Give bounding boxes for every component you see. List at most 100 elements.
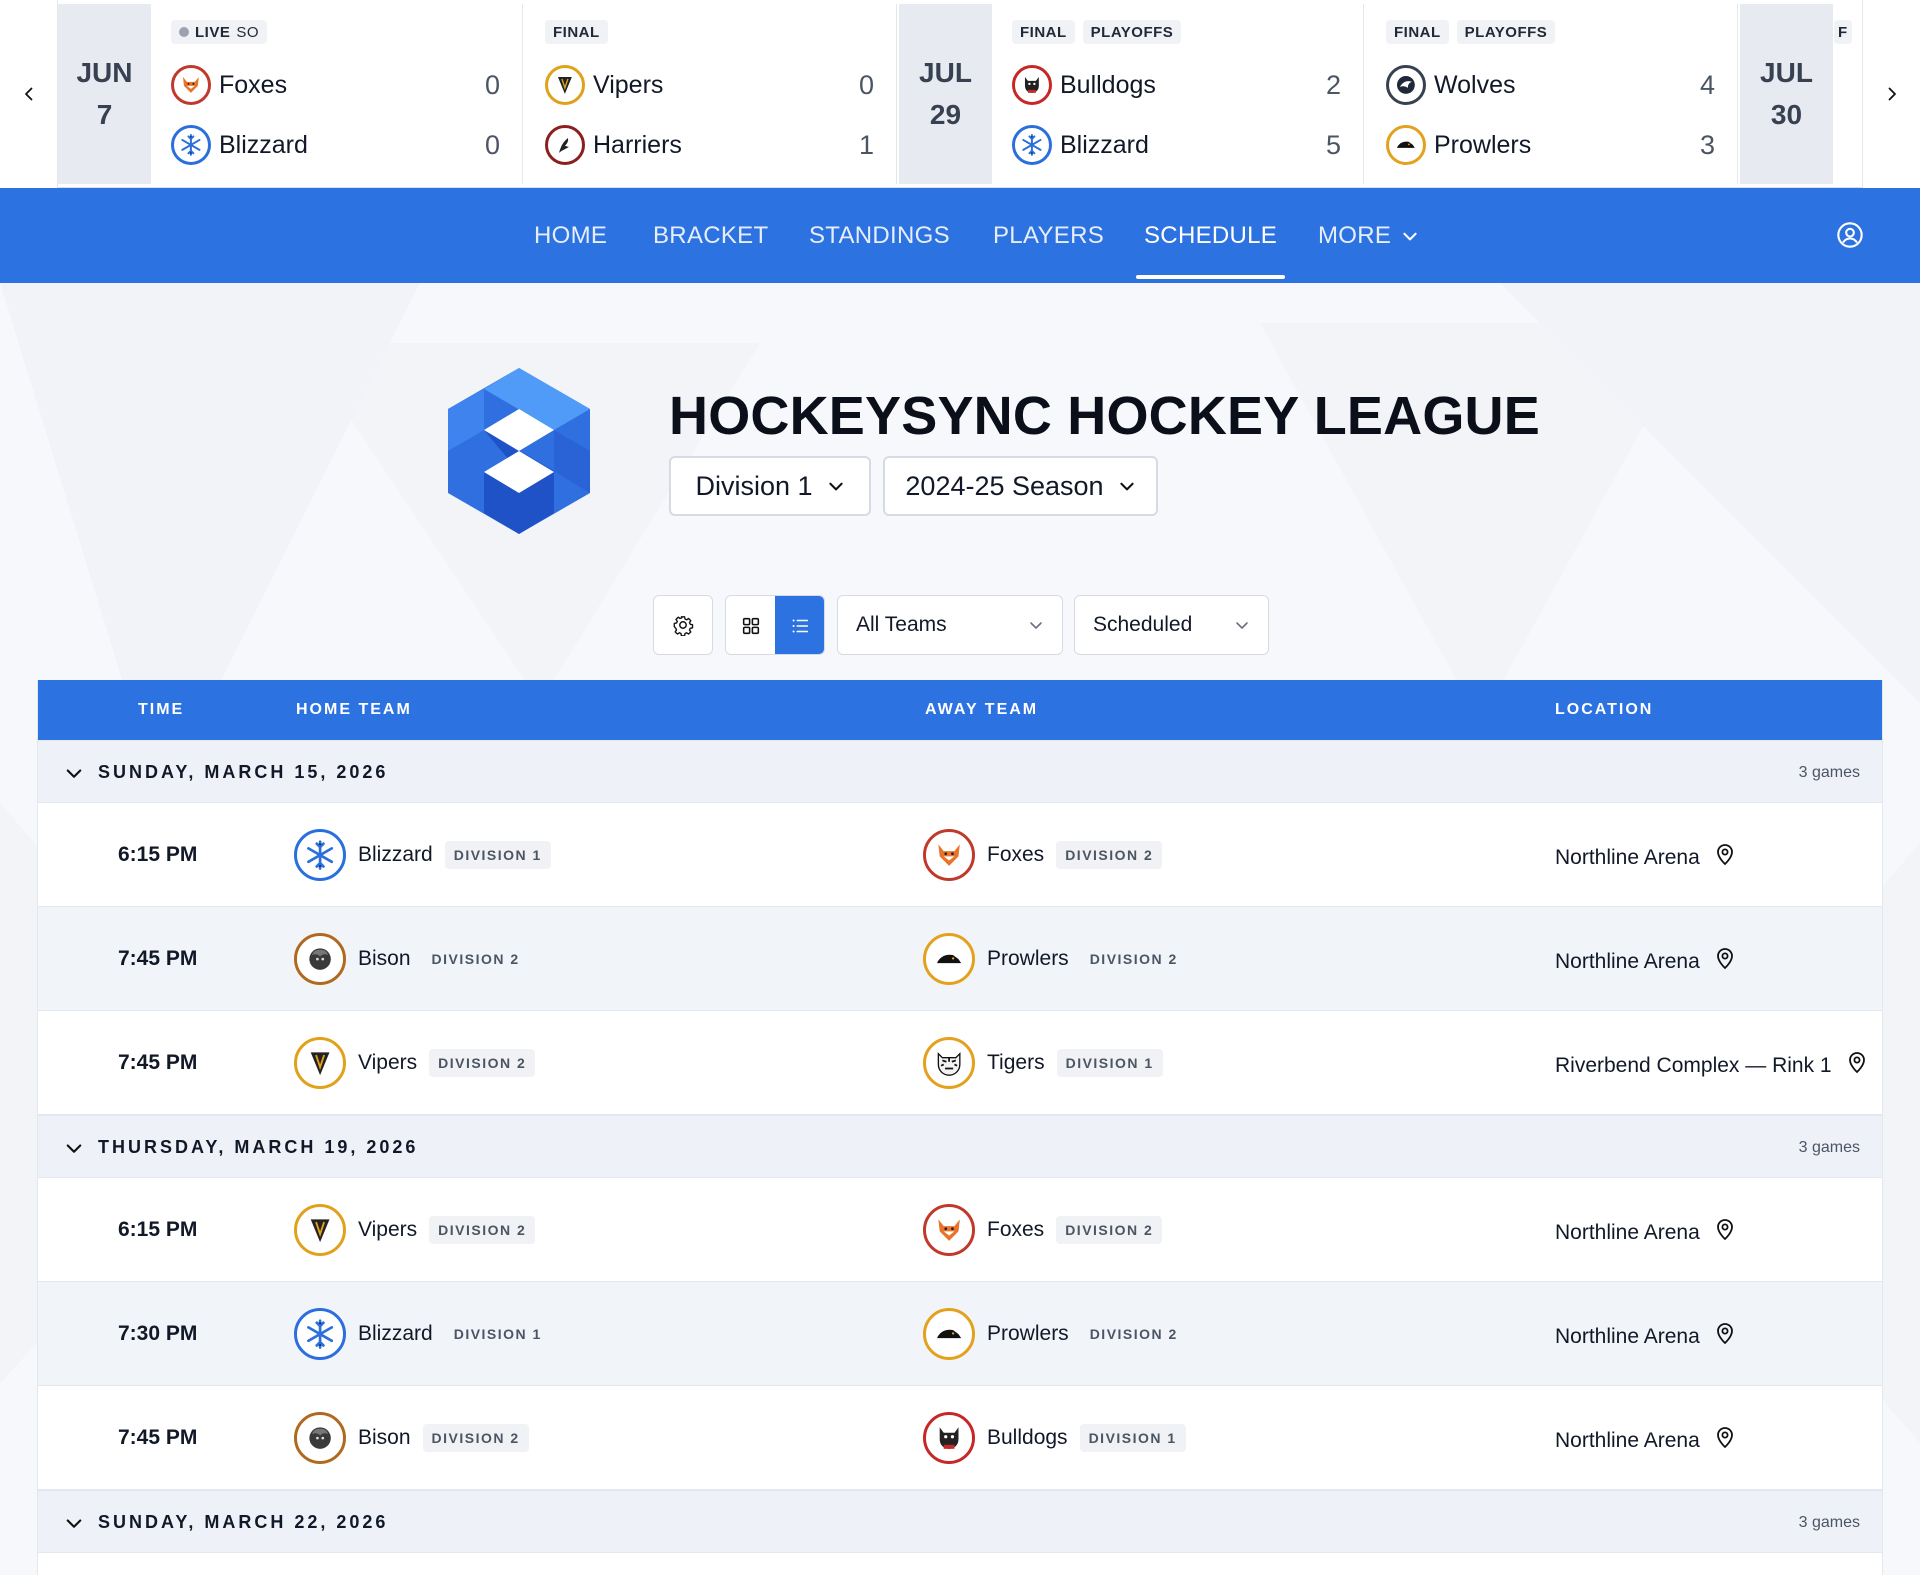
game-location: Northline Arena — [1555, 1386, 1736, 1490]
chevron-down-icon — [1403, 232, 1417, 240]
ticker-team-row: Blizzard 0 — [171, 120, 500, 170]
away-team-cell: Prowlers DIVISION 2 — [923, 907, 1187, 1011]
bulldogs-logo-icon — [923, 1412, 975, 1464]
home-team-name[interactable]: Vipers — [358, 1051, 417, 1075]
map-pin-icon — [1716, 1323, 1733, 1345]
ticker-team-row: Foxes 0 — [171, 60, 500, 110]
schedule-table: TIME HOME TEAM AWAY TEAM LOCATION SUNDAY… — [37, 680, 1883, 1575]
chevron-down-icon — [828, 482, 843, 491]
teams-filter-select[interactable]: All Teams — [837, 595, 1063, 655]
home-team-name[interactable]: Bison — [358, 947, 411, 971]
away-team-cell: Tigers DIVISION 1 — [923, 1011, 1163, 1115]
ticker-game-card[interactable]: FINAL PLAYOFFS Bulldogs 2 Blizzard 5 — [992, 4, 1364, 184]
foxes-logo-icon — [171, 65, 211, 105]
wolves-logo-icon — [1386, 65, 1426, 105]
grid-view-button[interactable] — [726, 596, 775, 654]
location-name: Northline Arena — [1555, 1221, 1700, 1244]
ticker-game-card-partial[interactable]: F — [1834, 4, 1862, 184]
home-team-name[interactable]: Vipers — [358, 1218, 417, 1242]
ticker-team-score: 0 — [858, 69, 874, 100]
home-team-name[interactable]: Blizzard — [358, 1322, 433, 1346]
day-label: SUNDAY, MARCH 15, 2026 — [98, 762, 389, 782]
ticker-prev-button[interactable] — [0, 0, 58, 188]
away-team-name[interactable]: Foxes — [987, 1218, 1044, 1242]
vipers-logo-icon — [294, 1037, 346, 1089]
nav-item-more[interactable]: MORE — [1318, 188, 1419, 283]
prowlers-logo-icon — [1386, 125, 1426, 165]
division-badge: DIVISION 1 — [453, 1326, 542, 1342]
nav-item-more-label: MORE — [1318, 221, 1392, 249]
game-location: Northline Arena — [1555, 1178, 1736, 1282]
view-toggle — [725, 595, 825, 655]
table-row[interactable]: 6:15 PM Vipers DIVISION 2 Foxes DIVISION 2 No… — [38, 1178, 1882, 1282]
division-badge: DIVISION 1 — [1079, 1424, 1186, 1452]
division-select[interactable]: Division 1 — [669, 456, 871, 516]
location-name: Northline Arena — [1555, 1429, 1700, 1452]
table-row[interactable]: 7:45 PM Bison DIVISION 2 Prowlers DIVISION 2… — [38, 907, 1882, 1011]
division-badge: DIVISION 2 — [429, 1216, 536, 1244]
blizzard-logo-icon — [171, 125, 211, 165]
nav-item-schedule[interactable]: SCHEDULE — [1135, 188, 1286, 283]
user-circle-icon[interactable] — [1836, 221, 1864, 249]
nav-item-standings[interactable]: STANDINGS — [809, 188, 950, 283]
ticker-date: JUL 29 — [899, 4, 992, 184]
league-logo — [448, 368, 590, 534]
day-label: THURSDAY, MARCH 19, 2026 — [98, 1137, 419, 1157]
day-group-header[interactable]: THURSDAY, MARCH 19, 2026 3 games — [38, 1115, 1882, 1178]
ticker-game-card[interactable]: FINAL Vipers 0 Harriers 1 — [525, 4, 897, 184]
nav-item-players[interactable]: PLAYERS — [993, 188, 1104, 283]
game-playoffs-tag: PLAYOFFS — [1082, 20, 1182, 44]
away-team-name[interactable]: Foxes — [987, 843, 1044, 867]
home-team-cell: Bison DIVISION 2 — [294, 1386, 529, 1490]
away-team-name[interactable]: Bulldogs — [987, 1426, 1068, 1450]
league-title: HOCKEYSYNC HOCKEY LEAGUE — [669, 386, 1540, 446]
home-team-cell: Vipers DIVISION 2 — [294, 1011, 536, 1115]
chevron-down-icon — [66, 1144, 82, 1153]
list-view-button[interactable] — [775, 596, 824, 654]
column-header-location: LOCATION — [1555, 701, 1654, 718]
status-filter-select[interactable]: Scheduled — [1074, 595, 1269, 655]
away-team-name[interactable]: Prowlers — [987, 1322, 1069, 1346]
home-team-name[interactable]: Bison — [358, 1426, 411, 1450]
division-badge: DIVISION 2 — [431, 951, 520, 967]
table-row[interactable]: 7:45 PM Vipers DIVISION 2 Tigers DIVISION 1 R… — [38, 1011, 1882, 1115]
table-row[interactable]: 7:45 PM Bison DIVISION 2 Bulldogs DIVISION 1… — [38, 1386, 1882, 1490]
home-team-name[interactable]: Blizzard — [358, 843, 433, 867]
ticker-game-card[interactable]: FINAL PLAYOFFS Wolves 4 Prowlers 3 — [1366, 4, 1738, 184]
ticker-game-card[interactable]: LIVE SO Foxes 0 Blizzard 0 — [151, 4, 523, 184]
location-name: Northline Arena — [1555, 846, 1700, 869]
day-game-count: 3 games — [1798, 1138, 1860, 1156]
ticker-next-button[interactable] — [1862, 0, 1920, 188]
ticker-date-month: JUN — [76, 57, 133, 88]
map-pin-icon — [1848, 1052, 1865, 1074]
chevron-left-icon — [24, 87, 32, 101]
ticker-date-day: 7 — [96, 99, 113, 130]
game-status-tag: FINAL — [1386, 20, 1449, 44]
away-team-name[interactable]: Prowlers — [987, 947, 1069, 971]
live-label: LIVE — [195, 23, 231, 41]
settings-button[interactable] — [653, 595, 713, 655]
vipers-logo-icon — [545, 65, 585, 105]
day-group-header[interactable]: SUNDAY, MARCH 22, 2026 3 games — [38, 1490, 1882, 1553]
away-team-name[interactable]: Tigers — [987, 1051, 1045, 1075]
game-location: Northline Arena — [1555, 1282, 1736, 1386]
ticker-team-score: 0 — [484, 69, 500, 100]
day-group-header[interactable]: SUNDAY, MARCH 15, 2026 3 games — [38, 740, 1882, 803]
away-team-cell: Prowlers DIVISION 2 — [923, 1282, 1187, 1386]
season-select[interactable]: 2024-25 Season — [883, 456, 1158, 516]
table-row[interactable]: 7:30 PM Blizzard DIVISION 1 Prowlers DIVISIO… — [38, 1282, 1882, 1386]
division-badge: DIVISION 2 — [429, 1049, 536, 1077]
ticker-date-day: 30 — [1770, 99, 1803, 130]
ticker-team-score: 5 — [1325, 129, 1341, 160]
column-header-home-team: HOME TEAM — [296, 701, 412, 718]
away-team-cell: Bulldogs DIVISION 1 — [923, 1386, 1186, 1490]
nav-item-bracket[interactable]: BRACKET — [653, 188, 768, 283]
location-name: Riverbend Complex — Rink 1 — [1555, 1054, 1832, 1077]
ticker-team-name: Vipers — [593, 70, 664, 99]
location-name: Northline Arena — [1555, 1325, 1700, 1348]
game-time: 6:15 PM — [118, 843, 198, 866]
table-row[interactable]: 6:15 PM Blizzard DIVISION 1 Foxes DIVISION 2… — [38, 803, 1882, 907]
chevron-down-icon — [66, 769, 82, 778]
ticker-track: JUN 7 LIVE SO Foxes 0 Blizzard 0 FINAL V… — [58, 4, 1862, 184]
nav-item-home[interactable]: HOME — [534, 188, 607, 283]
